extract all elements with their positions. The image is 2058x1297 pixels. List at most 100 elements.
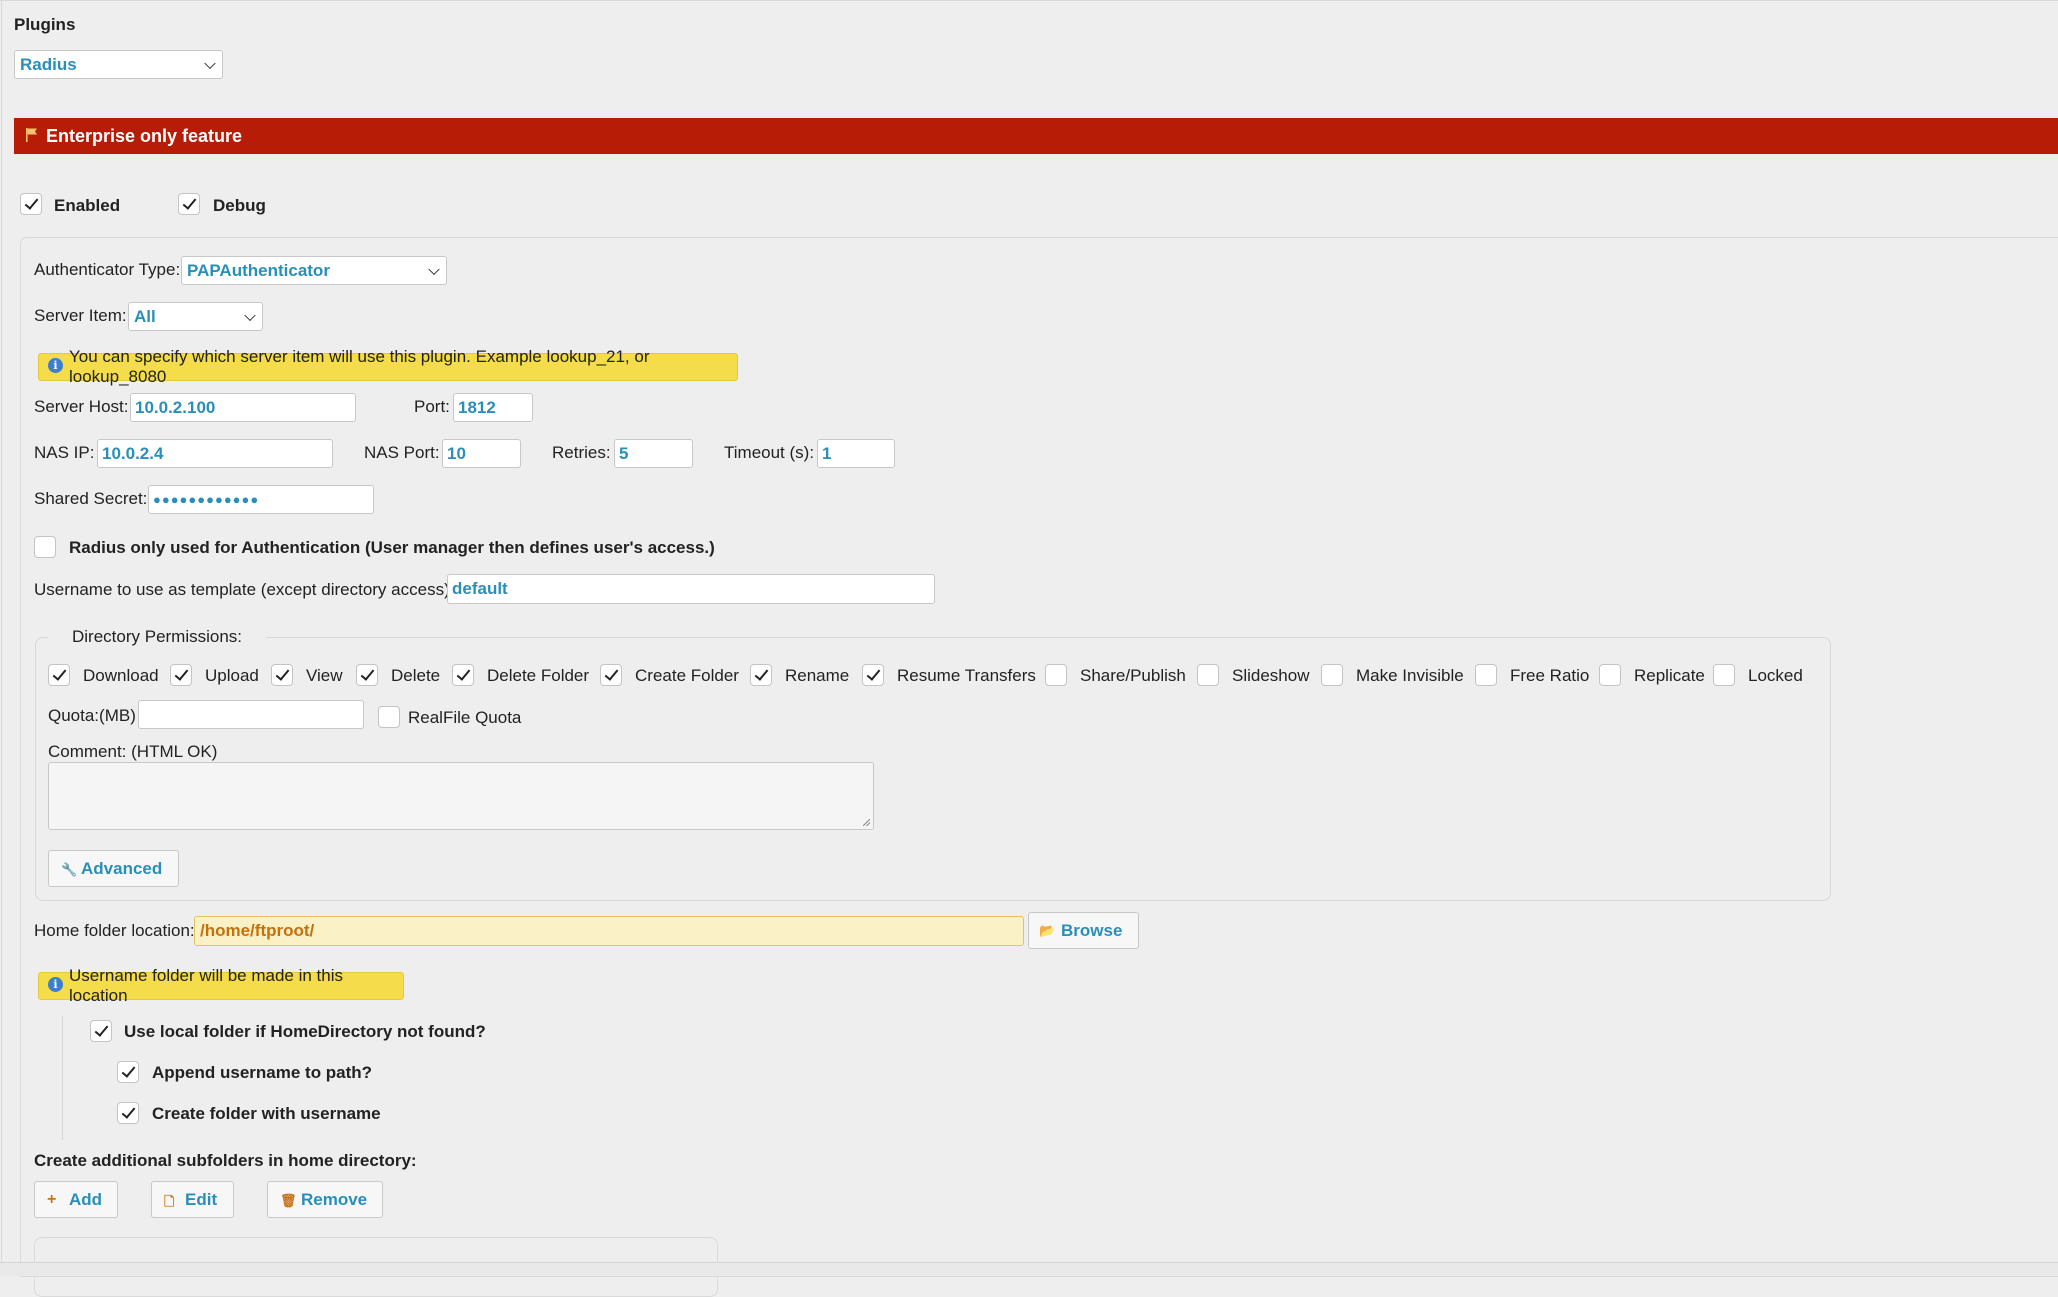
enabled-checkbox[interactable] — [20, 193, 42, 215]
permission-label: Rename — [785, 666, 850, 685]
remove-button-label: Remove — [301, 1189, 368, 1209]
home-folder-note: i Username folder will be made in this l… — [38, 966, 404, 1005]
server-host-label: Server Host: — [34, 397, 129, 416]
shared-secret-label: Shared Secret: — [34, 489, 148, 508]
permission-checkbox-delete-folder[interactable] — [452, 664, 474, 686]
shared-secret-input[interactable]: ●●●●●●●●●●●● — [148, 485, 374, 514]
permission-label: Delete — [391, 666, 441, 685]
enabled-label: Enabled — [54, 196, 121, 215]
authenticator-type-value: PAPAuthenticator — [187, 260, 330, 280]
info-icon: i — [48, 358, 63, 373]
advanced-button-label: Advanced — [81, 858, 163, 878]
banner-text: Enterprise only feature — [46, 125, 243, 146]
timeout-label: Timeout (s): — [724, 443, 815, 462]
permission-label: Make Invisible — [1356, 666, 1464, 685]
plugin-select-value: Radius — [20, 54, 77, 74]
wrench-icon: 🔧 — [61, 862, 78, 877]
subfolders-label: Create additional subfolders in home dir… — [34, 1151, 417, 1170]
permission-label: View — [306, 666, 343, 685]
server-host-input[interactable]: 10.0.2.100 — [130, 393, 356, 422]
radius-only-checkbox[interactable] — [34, 536, 56, 558]
permission-checkbox-rename[interactable] — [750, 664, 772, 686]
create-folder-username-checkbox[interactable] — [117, 1102, 139, 1124]
permission-label: Share/Publish — [1080, 666, 1186, 685]
quota-input[interactable] — [138, 700, 364, 729]
advanced-button[interactable]: 🔧 Advanced — [48, 850, 179, 887]
permission-label: Slideshow — [1232, 666, 1310, 685]
server-item-select[interactable]: All — [128, 302, 263, 331]
server-item-value: All — [134, 306, 156, 326]
append-username-checkbox[interactable] — [117, 1061, 139, 1083]
resize-handle-icon[interactable] — [863, 819, 870, 826]
server-item-note-text: You can specify which server item will u… — [69, 347, 650, 386]
permission-label: Create Folder — [635, 666, 739, 685]
create-folder-username-label: Create folder with username — [152, 1104, 381, 1123]
remove-button[interactable]: 🗑 Remove — [267, 1181, 383, 1218]
radius-only-label: Radius only used for Authentication (Use… — [69, 538, 715, 557]
permission-checkbox-free-ratio[interactable] — [1475, 664, 1497, 686]
trash-icon: 🗑 — [280, 1193, 297, 1208]
directory-permissions-legend: Directory Permissions: — [48, 627, 267, 647]
permission-checkbox-upload[interactable] — [170, 664, 192, 686]
folder-open-icon: 📂 — [1039, 923, 1056, 938]
permission-checkbox-download[interactable] — [48, 664, 70, 686]
permission-checkbox-make-invisible[interactable] — [1321, 664, 1343, 686]
port-input[interactable]: 1812 — [453, 393, 533, 422]
horizontal-scrollbar[interactable] — [0, 1262, 2058, 1276]
comment-label: Comment: (HTML OK) — [48, 742, 218, 761]
browse-button[interactable]: 📂 Browse — [1028, 912, 1139, 949]
permission-checkbox-slideshow[interactable] — [1197, 664, 1219, 686]
template-input[interactable]: default — [447, 574, 935, 604]
plugins-title: Plugins — [14, 15, 76, 34]
plugin-select[interactable]: Radius — [14, 50, 223, 79]
permission-checkbox-resume-transfers[interactable] — [862, 664, 884, 686]
enterprise-banner: Enterprise only feature — [14, 118, 2058, 154]
permission-label: Upload — [205, 666, 259, 685]
permission-label: Delete Folder — [487, 666, 590, 685]
permission-checkbox-locked[interactable] — [1713, 664, 1735, 686]
chevron-down-icon — [428, 263, 440, 275]
retries-input[interactable]: 5 — [614, 439, 693, 468]
nas-ip-label: NAS IP: — [34, 443, 95, 462]
realfile-quota-checkbox[interactable] — [378, 706, 400, 728]
append-username-label: Append username to path? — [152, 1063, 373, 1082]
nas-ip-input[interactable]: 10.0.2.4 — [97, 439, 333, 468]
server-item-label: Server Item: — [34, 306, 127, 325]
permission-label: Download — [83, 666, 159, 685]
use-local-folder-label: Use local folder if HomeDirectory not fo… — [124, 1022, 486, 1041]
permission-checkbox-replicate[interactable] — [1599, 664, 1621, 686]
authenticator-type-label: Authenticator Type: — [34, 260, 181, 279]
port-label: Port: — [414, 397, 450, 416]
indent-guide — [62, 1016, 63, 1140]
permission-label: Resume Transfers — [897, 666, 1036, 685]
edit-button[interactable]: 🗋 Edit — [151, 1181, 234, 1218]
template-label: Username to use as template (except dire… — [34, 580, 455, 599]
nas-port-label: NAS Port: — [364, 443, 440, 462]
flag-icon — [26, 128, 37, 142]
home-folder-note-text: Username folder will be made in this loc… — [69, 966, 344, 1005]
permission-checkbox-create-folder[interactable] — [600, 664, 622, 686]
permission-checkbox-view[interactable] — [271, 664, 293, 686]
nas-port-input[interactable]: 10 — [442, 439, 521, 468]
timeout-input[interactable]: 1 — [817, 439, 895, 468]
plus-icon: + — [47, 1191, 57, 1208]
permission-label: Free Ratio — [1510, 666, 1590, 685]
debug-label: Debug — [213, 196, 266, 215]
permission-checkbox-delete[interactable] — [356, 664, 378, 686]
browse-button-label: Browse — [1061, 920, 1123, 940]
info-icon: i — [48, 977, 63, 992]
home-folder-input[interactable]: /home/ftproot/ — [194, 916, 1024, 946]
chevron-down-icon — [244, 309, 256, 321]
use-local-folder-checkbox[interactable] — [90, 1020, 112, 1042]
document-icon: 🗋 — [164, 1194, 175, 1209]
debug-checkbox[interactable] — [178, 193, 200, 215]
permission-checkbox-share-publish[interactable] — [1045, 664, 1067, 686]
quota-label: Quota:(MB) — [48, 706, 136, 725]
authenticator-type-select[interactable]: PAPAuthenticator — [181, 256, 447, 285]
home-folder-label: Home folder location: — [34, 921, 195, 940]
permission-label: Locked — [1748, 666, 1803, 685]
retries-label: Retries: — [552, 443, 611, 462]
comment-textarea[interactable] — [48, 762, 874, 830]
add-button[interactable]: + Add — [34, 1181, 118, 1218]
chevron-down-icon — [204, 57, 216, 69]
